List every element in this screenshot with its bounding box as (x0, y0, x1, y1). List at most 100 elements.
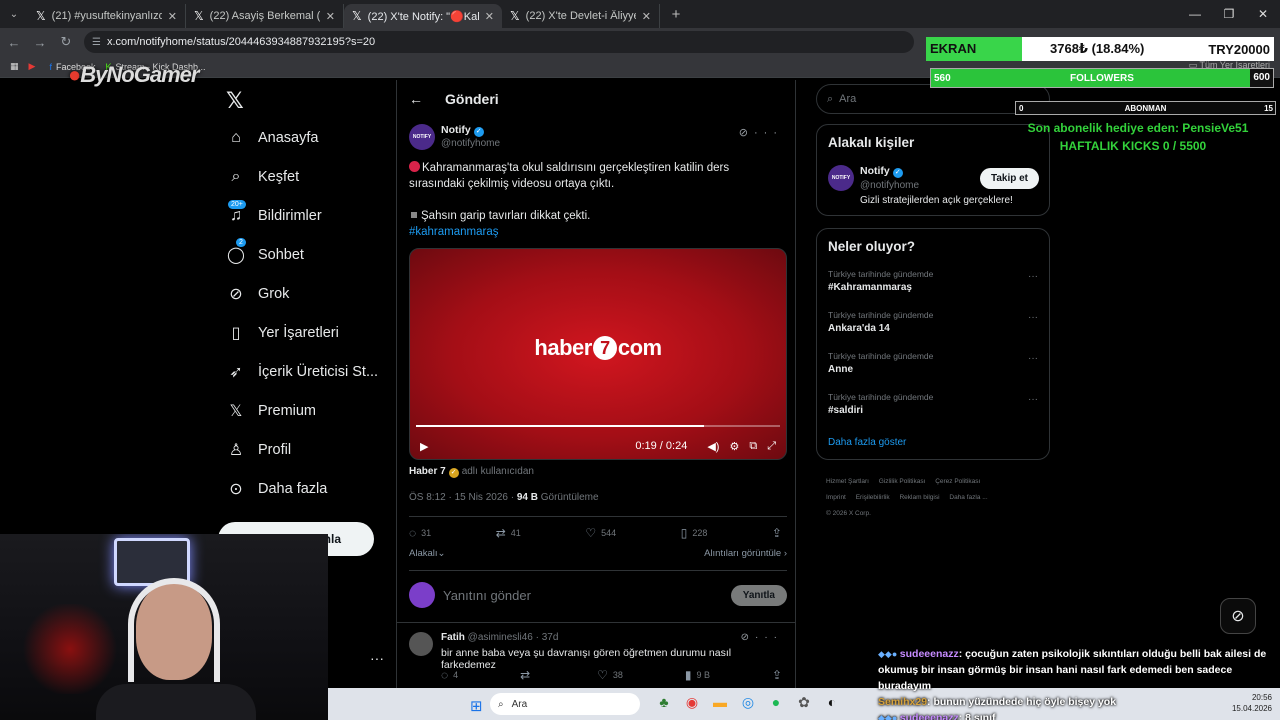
close-icon[interactable]: ✕ (168, 10, 177, 23)
more-icon[interactable]: ··· (1028, 271, 1038, 282)
close-icon[interactable]: ✕ (326, 10, 335, 23)
more-icon[interactable]: ··· (754, 127, 783, 139)
more-icon[interactable]: ··· (1028, 353, 1038, 364)
back-arrow-icon[interactable]: ← (409, 91, 423, 107)
repost-action[interactable]: ⇄ (520, 668, 535, 682)
footer-link[interactable]: Gizlilik Politikası (879, 478, 926, 485)
attribution-suffix: adlı kullanıcıdan (461, 466, 534, 477)
fullscreen-icon[interactable]: ⤢ (767, 440, 776, 453)
author-name[interactable]: Notify ✓ (441, 124, 484, 137)
youtube-bookmark[interactable]: ▶ (29, 61, 40, 72)
nav-item-premium[interactable]: 𝕏 Premium (226, 393, 316, 429)
windows-start-icon[interactable]: ⊞ (470, 697, 483, 715)
footer-link[interactable]: Çerez Politikası (935, 478, 980, 485)
close-icon[interactable]: ✕ (642, 10, 651, 23)
reply-action[interactable]: ◌ 31 (409, 526, 431, 540)
reply-input[interactable]: Yanıtını gönder (443, 588, 731, 603)
share-action[interactable]: ⇪ (772, 668, 787, 682)
red-circle-icon (409, 161, 420, 172)
show-more-link[interactable]: Daha fazla göster (828, 437, 906, 448)
footer-link[interactable]: Daha fazla ... (949, 494, 987, 501)
browser-tab-active[interactable]: 𝕏 (22) X'te Notify: "🔴Kahramanm ✕ (344, 4, 502, 28)
app-icon[interactable]: ✿ (790, 694, 818, 711)
video-player[interactable]: haber 7 com ▶ 0:19 / 0:24 ◀) ⚙ ⧉ ⤢ (409, 248, 787, 460)
related-name[interactable]: Notify ✓ (860, 165, 903, 178)
media-player-icon[interactable]: ◉ (678, 694, 706, 711)
like-action[interactable]: ♡ 544 (585, 526, 616, 540)
reply-button[interactable]: Yanıtla (730, 584, 787, 606)
obs-icon[interactable]: ◐ (818, 694, 846, 711)
video-progress-bar[interactable] (416, 425, 780, 427)
volume-icon[interactable]: ◀) (707, 440, 719, 453)
footer-link[interactable]: Hizmet Şartları (826, 478, 869, 485)
trend-item[interactable]: Türkiye tarihinde gündemde #Kahramanmara… (828, 269, 1040, 293)
like-action[interactable]: ♡ 38 (597, 668, 623, 682)
settings-gear-icon[interactable]: ⚙ (729, 440, 739, 453)
pip-icon[interactable]: ⧉ (749, 440, 757, 453)
nav-item-more[interactable]: ⊙ Daha fazla (226, 471, 327, 507)
more-icon[interactable]: ··· (1028, 394, 1038, 405)
nav-item-notifications[interactable]: ♫ 20+ Bildirimler (226, 198, 322, 234)
trend-item[interactable]: Türkiye tarihinde gündemde Anne ··· (828, 351, 1040, 375)
trend-item[interactable]: Türkiye tarihinde gündemde #saldiri ··· (828, 392, 1040, 416)
nav-item-explore[interactable]: ⌕ Keşfet (226, 159, 300, 195)
browser-tab[interactable]: 𝕏 (22) X'te Devlet-i Âliyye©™: "O ✕ (502, 4, 660, 28)
follow-button[interactable]: Takip et (979, 168, 1039, 189)
nav-item-home[interactable]: ⌂ Anasayfa (226, 120, 318, 156)
nav-item-profile[interactable]: ♙ Profil (226, 432, 291, 468)
grok-icon[interactable]: ⊘ (741, 632, 755, 643)
account-menu-icon[interactable]: ··· (370, 650, 384, 666)
nav-item-creator-studio[interactable]: ➶ İçerik Üreticisi St... (226, 354, 378, 390)
commenter-avatar[interactable] (409, 632, 433, 656)
nav-item-chat[interactable]: ◯ 2 Sohbet (226, 237, 304, 273)
browser-tab[interactable]: 𝕏 (22) Asayiş Berkemal (@asayiş ✕ (186, 4, 344, 28)
chrome-icon[interactable]: ◎ (734, 694, 762, 711)
my-avatar[interactable] (409, 582, 435, 608)
author-handle[interactable]: @notifyhome (441, 138, 500, 149)
author-avatar[interactable]: NOTIFY (409, 124, 435, 150)
site-info-icon[interactable]: ☰ (92, 37, 101, 48)
related-handle[interactable]: @notifyhome (860, 180, 919, 191)
repost-action[interactable]: ⇄ 41 (496, 526, 521, 540)
apps-icon[interactable]: ▦ (10, 61, 19, 72)
related-avatar[interactable]: NOTIFY (828, 165, 854, 191)
video-attribution[interactable]: Haber 7 ✓ adlı kullanıcıdan (409, 466, 534, 478)
tab-search-icon[interactable]: ⌄ (0, 0, 28, 28)
hashtag-link[interactable]: #kahramanmaraş (409, 224, 779, 240)
forward-icon[interactable]: → (28, 35, 52, 50)
commenter-name[interactable]: Fatih (441, 632, 465, 643)
minimize-icon[interactable]: — (1178, 0, 1212, 28)
footer-link[interactable]: Erişilebilirlik (856, 494, 890, 501)
footer-link[interactable]: Imprint (826, 494, 846, 501)
views-action[interactable]: ▮ 9 B (685, 668, 710, 682)
spotify-icon[interactable]: ● (762, 694, 790, 711)
back-icon[interactable]: ← (2, 35, 26, 50)
close-window-icon[interactable]: ✕ (1246, 0, 1280, 28)
nav-item-bookmarks[interactable]: ▯ Yer İşaretleri (226, 315, 339, 351)
address-bar[interactable]: ☰ x.com/notifyhome/status/20444639348879… (84, 31, 914, 53)
more-icon[interactable]: ··· (755, 632, 783, 643)
reload-icon[interactable]: ↻ (54, 34, 78, 50)
footer-link[interactable]: Reklam bilgisi (899, 494, 939, 501)
browser-tab-strip: ⌄ 𝕏 (21) #yusuftekinyanlızdeğildir - ✕ 𝕏… (0, 0, 1280, 28)
new-tab-button[interactable]: + (664, 2, 688, 26)
x-logo-icon[interactable]: 𝕏 (226, 88, 244, 114)
bookmark-action[interactable]: ▯ 228 (681, 526, 708, 540)
grok-icon[interactable]: ⊘ (739, 127, 754, 139)
share-action[interactable]: ⇪ (772, 526, 787, 540)
trend-item[interactable]: Türkiye tarihinde gündemde Ankara'da 14 … (828, 310, 1040, 334)
more-icon[interactable]: ··· (1028, 312, 1038, 323)
play-icon[interactable]: ▶ (420, 440, 428, 453)
taskbar-search[interactable]: ⌕ Ara (490, 693, 640, 715)
grok-floating-icon[interactable]: ⊘ (1220, 598, 1256, 634)
post-timestamp[interactable]: ÖS 8:12 · 15 Nis 2026 · (409, 492, 517, 503)
file-explorer-icon[interactable]: ▬ (706, 694, 734, 711)
close-icon[interactable]: ✕ (485, 10, 494, 23)
reply-action[interactable]: ◌ 4 (441, 668, 458, 682)
widgets-icon[interactable]: ♣ (650, 694, 678, 711)
nav-item-grok[interactable]: ⊘ Grok (226, 276, 289, 312)
browser-tab[interactable]: 𝕏 (21) #yusuftekinyanlızdeğildir - ✕ (28, 4, 186, 28)
maximize-icon[interactable]: ❐ (1212, 0, 1246, 28)
view-quotes-link[interactable]: Alıntıları görüntüle › (704, 548, 787, 559)
relevance-dropdown[interactable]: Alakalı⌄ (409, 548, 445, 559)
